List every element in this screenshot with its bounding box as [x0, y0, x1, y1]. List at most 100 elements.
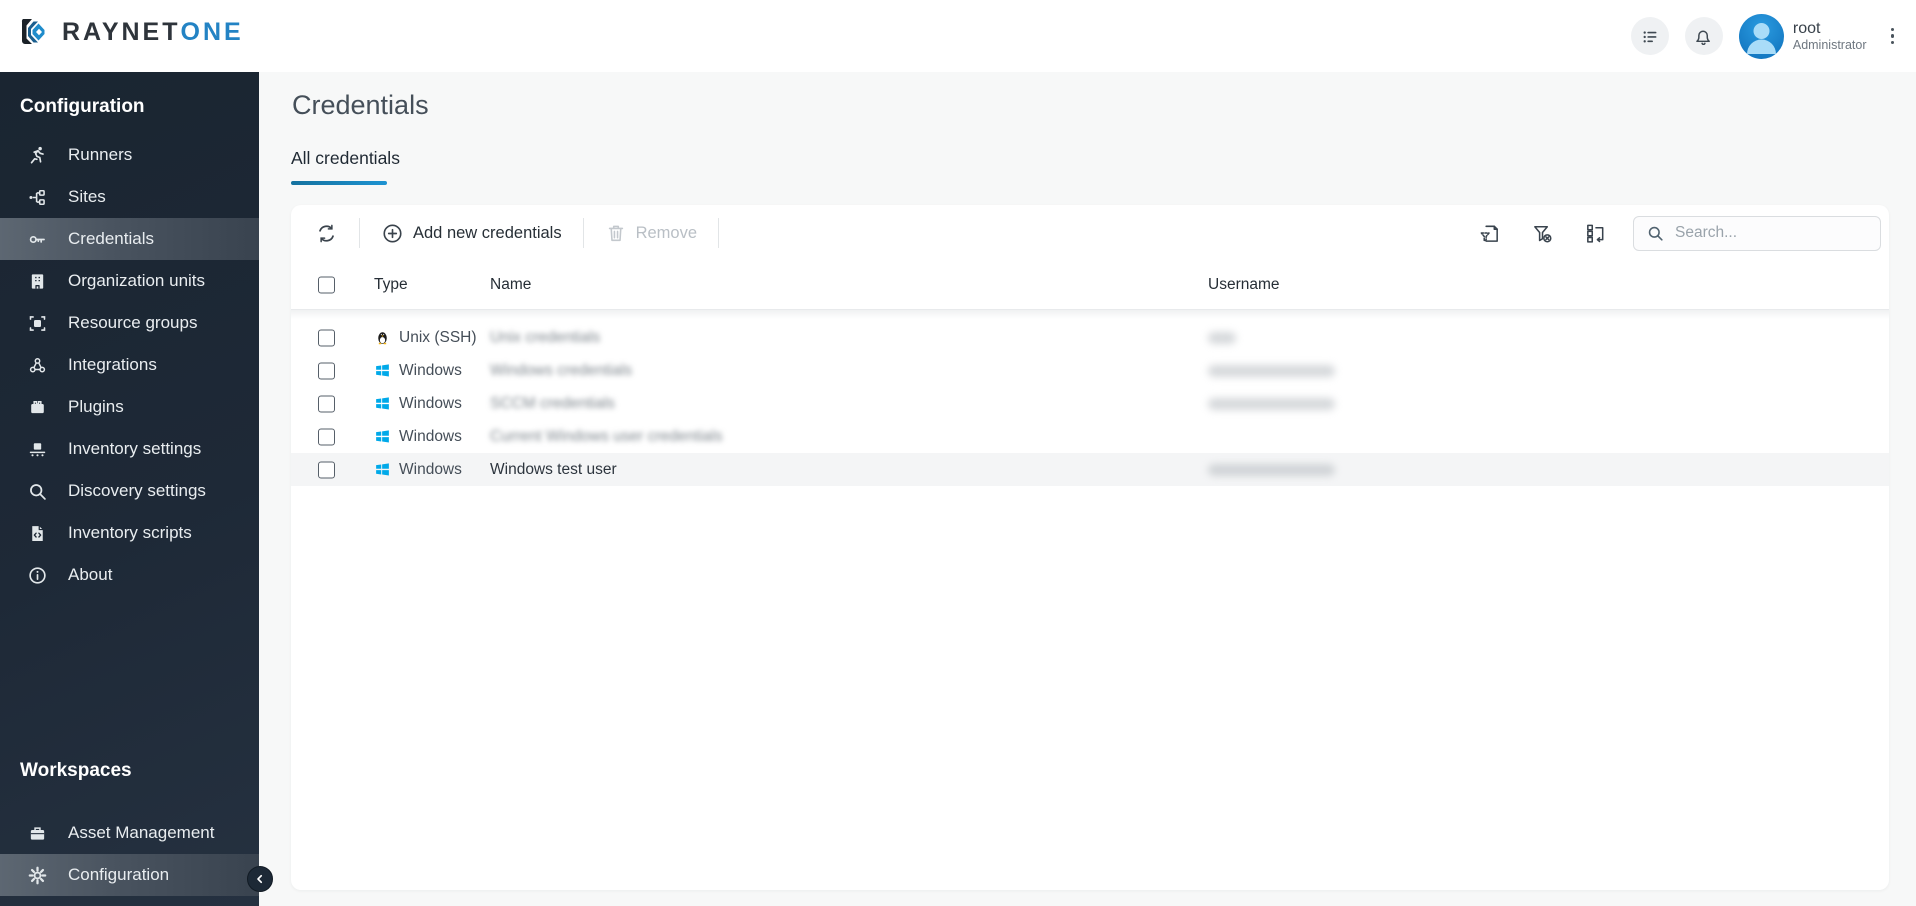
windows-icon	[374, 428, 391, 445]
row-checkbox[interactable]	[318, 329, 335, 346]
select-all-checkbox[interactable]	[318, 276, 335, 294]
column-header-username[interactable]: Username	[1208, 276, 1280, 294]
key-icon	[26, 228, 48, 250]
raynet-logo-icon	[18, 15, 52, 49]
sidebar-collapse-button[interactable]	[247, 866, 273, 892]
task-list-button[interactable]	[1630, 17, 1669, 55]
sites-icon	[26, 186, 48, 208]
brand-name: RAYNETONE	[62, 17, 244, 46]
credential-name: SCCM credentials	[490, 394, 615, 412]
top-bar: RAYNETONE root Administrator	[0, 0, 1916, 72]
sidebar-item-label: Runners	[68, 145, 133, 164]
tab-label: All credentials	[291, 148, 400, 168]
briefcase-icon	[26, 822, 48, 844]
table-row[interactable]: Windows Windows test user	[291, 453, 1889, 486]
credentials-table-body: Unix (SSH) Unix credentials Windows Wind…	[291, 321, 1889, 486]
row-checkbox[interactable]	[318, 461, 335, 478]
credentials-panel: Add new credentials Remove Search... Typ…	[291, 205, 1889, 890]
table-row[interactable]: Windows Current Windows user credentials	[291, 420, 1889, 453]
remove-button[interactable]: Remove	[597, 216, 705, 250]
table-header: Type Name Username	[291, 261, 1889, 310]
add-new-credentials-button[interactable]: Add new credentials	[373, 216, 570, 251]
refresh-button[interactable]	[307, 216, 346, 251]
gear-icon	[26, 864, 48, 886]
row-checkbox[interactable]	[318, 395, 335, 412]
search-input[interactable]	[1673, 223, 1868, 243]
sidebar-item[interactable]: Credentials	[0, 218, 259, 260]
column-chooser-icon	[1584, 222, 1607, 245]
sidebar-item-label: Discovery settings	[68, 481, 206, 500]
script-file-icon	[26, 522, 48, 544]
sidebar-item[interactable]: Organization units	[0, 260, 259, 302]
organization-icon	[26, 270, 48, 292]
sidebar-configuration-list: Runners Sites Credentials Organization u…	[0, 134, 259, 596]
credential-type-label: Windows	[399, 427, 462, 445]
credential-name: Unix credentials	[490, 328, 601, 346]
clear-filter-icon	[1531, 222, 1554, 245]
table-row[interactable]: Windows Windows credentials	[291, 354, 1889, 387]
windows-icon	[374, 461, 391, 478]
credential-type-label: Windows	[399, 361, 462, 379]
sidebar-item[interactable]: Plugins	[0, 386, 259, 428]
tab-all-credentials[interactable]: All credentials	[291, 148, 400, 185]
toolbar: Add new credentials Remove	[291, 205, 1889, 261]
sidebar-item[interactable]: Runners	[0, 134, 259, 176]
remove-label: Remove	[635, 223, 698, 242]
integrations-icon	[26, 354, 48, 376]
sidebar-item[interactable]: Discovery settings	[0, 470, 259, 512]
toolbar-divider	[718, 218, 720, 248]
refresh-icon	[315, 222, 338, 245]
sidebar-section-title: Workspaces	[20, 760, 132, 781]
task-list-icon	[1639, 26, 1660, 47]
username-redacted	[1208, 397, 1335, 410]
table-row[interactable]: Windows SCCM credentials	[291, 387, 1889, 420]
sidebar-item[interactable]: Resource groups	[0, 302, 259, 344]
column-header-name[interactable]: Name	[490, 276, 531, 294]
sidebar-item[interactable]: Inventory settings	[0, 428, 259, 470]
brand-logo: RAYNETONE	[18, 15, 244, 49]
sidebar-item[interactable]: About	[0, 554, 259, 596]
credential-name: Windows test user	[490, 460, 617, 478]
notifications-button[interactable]	[1684, 17, 1723, 55]
export-filter-button[interactable]	[1474, 218, 1505, 249]
column-chooser-button[interactable]	[1580, 218, 1611, 249]
bell-icon	[1693, 26, 1714, 47]
sidebar-item-label: Sites	[68, 187, 106, 206]
sidebar-item-label: Organization units	[68, 271, 206, 290]
sidebar-item-label: About	[68, 565, 113, 584]
credential-name: Current Windows user credentials	[490, 427, 723, 445]
user-menu[interactable]: root Administrator	[1738, 13, 1867, 59]
clear-filter-button[interactable]	[1527, 218, 1558, 249]
search-icon	[1646, 224, 1665, 243]
sidebar-section-title: Configuration	[20, 96, 145, 117]
magnifier-icon	[26, 480, 48, 502]
table-row[interactable]: Unix (SSH) Unix credentials	[291, 321, 1889, 354]
trash-icon	[605, 222, 627, 244]
row-checkbox[interactable]	[318, 362, 335, 379]
credential-name: Windows credentials	[490, 361, 633, 379]
filter-document-icon	[1478, 222, 1501, 245]
sidebar-item-label: Inventory scripts	[68, 523, 192, 542]
username-redacted	[1208, 331, 1236, 344]
info-icon	[26, 564, 48, 586]
search-box	[1633, 215, 1881, 251]
credential-type-label: Windows	[399, 460, 462, 478]
chevron-left-icon	[254, 873, 266, 885]
sidebar-item[interactable]: Inventory scripts	[0, 512, 259, 554]
page-title: Credentials	[292, 90, 429, 120]
add-new-credentials-label: Add new credentials	[413, 223, 562, 242]
row-checkbox[interactable]	[318, 428, 335, 445]
column-header-type[interactable]: Type	[374, 276, 408, 294]
sidebar-item[interactable]: Sites	[0, 176, 259, 218]
workspace-item-label: Asset Management	[68, 823, 215, 842]
sidebar-item-label: Resource groups	[68, 313, 198, 332]
sidebar: Configuration Runners Sites Credentials …	[0, 72, 259, 906]
workspace-item[interactable]: Configuration	[0, 854, 259, 896]
resource-groups-icon	[26, 312, 48, 334]
kebab-menu-icon[interactable]	[1883, 22, 1903, 51]
workspace-item[interactable]: Asset Management	[0, 812, 259, 854]
table-header-shadow	[291, 310, 1889, 319]
plugin-icon	[26, 396, 48, 418]
sidebar-item[interactable]: Integrations	[0, 344, 259, 386]
toolbar-divider	[582, 218, 584, 248]
